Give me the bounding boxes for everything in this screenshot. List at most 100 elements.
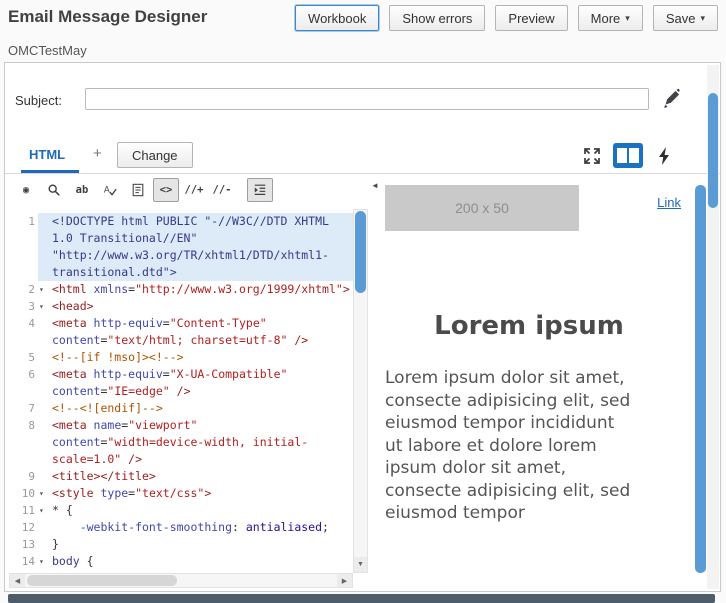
split-view-icon[interactable]: [613, 143, 643, 168]
preview-scrollbar[interactable]: [695, 185, 706, 573]
pane-splitter[interactable]: ◄: [371, 175, 379, 587]
line-number: 6: [9, 366, 38, 383]
workbook-button[interactable]: Workbook: [295, 5, 380, 31]
line-number: 8: [9, 417, 38, 434]
caret-down-icon: ▾: [625, 12, 630, 23]
scroll-down-arrow-icon[interactable]: ▼: [354, 557, 367, 572]
preview-link[interactable]: Link: [657, 195, 681, 210]
code-line[interactable]: 11 ▾ * {: [9, 502, 353, 519]
editor-vertical-scrollbar[interactable]: ▼: [353, 209, 368, 573]
splitter-collapse-icon[interactable]: ◄: [371, 181, 379, 190]
code-line[interactable]: 1 <!DOCTYPE html PUBLIC "-//W3C//DTD XHTM…: [9, 213, 353, 230]
code-line[interactable]: 3 ▾ <head>: [9, 298, 353, 315]
spell-check-icon[interactable]: A: [97, 178, 123, 202]
remove-comment-icon[interactable]: //-: [209, 178, 235, 202]
show-errors-button[interactable]: Show errors: [389, 5, 486, 31]
subject-label: Subject:: [15, 93, 62, 108]
code-text: "http://www.w3.org/TR/xhtml1/DTD/xhtml1-: [52, 247, 353, 264]
page-scrollbar[interactable]: [707, 65, 719, 589]
editor-toolbar: ◉ ab A <>//+//-: [13, 178, 273, 202]
code-line[interactable]: scale=1.0" />: [9, 451, 353, 468]
auto-indent-icon[interactable]: [247, 178, 273, 202]
code-text: <meta http-equiv="Content-Type": [52, 316, 267, 330]
code-text: <meta name="viewport": [52, 418, 198, 432]
editor-horizontal-scrollbar[interactable]: ◀ ▶: [9, 573, 353, 588]
more-button[interactable]: More ▾: [577, 5, 643, 31]
add-tab-button[interactable]: +: [93, 145, 102, 162]
personalization-icon[interactable]: [659, 85, 683, 111]
line-number: [9, 434, 38, 451]
code-line[interactable]: 2 ▾ <html xmlns="http://www.w3.org/1999/xh…: [9, 281, 353, 298]
line-number: 1: [9, 213, 38, 230]
fold-arrow-icon[interactable]: ▾: [38, 502, 52, 519]
page-scrollbar-thumb[interactable]: [708, 93, 718, 208]
change-button[interactable]: Change: [117, 142, 193, 168]
code-line[interactable]: 8 <meta name="viewport": [9, 417, 353, 434]
code-line[interactable]: 7 <!--<![endif]-->: [9, 400, 353, 417]
code-text: }: [52, 537, 59, 551]
code-editor-pane: ◉ ab A <>//+//- 1 <!DOCTYPE html PUBLIC "-//…: [9, 175, 369, 589]
tab-html[interactable]: HTML: [29, 147, 65, 162]
line-number: 9: [9, 468, 38, 485]
line-number: 7: [9, 400, 38, 417]
code-line[interactable]: 12 -webkit-font-smoothing: antialiased;: [9, 519, 353, 536]
find-replace-icon[interactable]: ab: [69, 178, 95, 202]
maximize-icon[interactable]: [580, 144, 604, 168]
scroll-right-arrow-icon[interactable]: ▶: [337, 574, 352, 587]
scrollbar-thumb[interactable]: [355, 211, 366, 293]
code-view-icon[interactable]: <>: [153, 178, 179, 202]
fold-spacer: [38, 213, 52, 230]
line-number: 4: [9, 315, 38, 332]
line-number: 13: [9, 536, 38, 553]
code-line[interactable]: content="IE=edge" />: [9, 383, 353, 400]
subject-input[interactable]: [85, 88, 649, 110]
code-line[interactable]: "http://www.w3.org/TR/xhtml1/DTD/xhtml1-: [9, 247, 353, 264]
code-line[interactable]: 5 <!--[if !mso]><!-->: [9, 349, 353, 366]
dynamic-content-icon[interactable]: [652, 144, 676, 168]
code-text: <meta http-equiv="X-UA-Compatible": [52, 367, 288, 381]
code-text: scale=1.0" />: [52, 452, 143, 466]
preview-button[interactable]: Preview: [495, 5, 568, 31]
scroll-left-arrow-icon[interactable]: ◀: [10, 574, 25, 587]
add-comment-icon[interactable]: //+: [181, 178, 207, 202]
code-line[interactable]: content="text/html; charset=utf-8" />: [9, 332, 353, 349]
fold-arrow-icon[interactable]: ▾: [38, 485, 52, 502]
code-line[interactable]: 9 <title></title>: [9, 468, 353, 485]
caret-down-icon: ▾: [700, 12, 705, 23]
code-text: transitional.dtd">: [52, 264, 353, 281]
line-number: [9, 332, 38, 349]
line-number: [9, 247, 38, 264]
code-rows[interactable]: 1 <!DOCTYPE html PUBLIC "-//W3C//DTD XHTM…: [9, 213, 353, 570]
line-number: 14: [9, 553, 38, 570]
code-line[interactable]: 13}: [9, 536, 353, 553]
scrollbar-thumb[interactable]: [27, 575, 177, 586]
code-line[interactable]: content="width=device-width, initial-: [9, 434, 353, 451]
workbook-button-label: Workbook: [308, 10, 367, 26]
preview-heading: Lorem ipsum: [434, 311, 624, 341]
save-button[interactable]: Save ▾: [652, 5, 718, 31]
code-line[interactable]: 6 <meta http-equiv="X-UA-Compatible": [9, 366, 353, 383]
fold-arrow-icon[interactable]: ▾: [38, 298, 52, 315]
code-line[interactable]: 10 ▾ <style type="text/css">: [9, 485, 353, 502]
fold-arrow-icon[interactable]: ▾: [38, 281, 52, 298]
bottom-panel-edge[interactable]: [8, 594, 715, 603]
image-placeholder[interactable]: 200 x 50: [385, 185, 579, 231]
search-icon[interactable]: [41, 178, 67, 202]
header-buttons: Workbook Show errors Preview More ▾ Save ▾: [295, 5, 718, 31]
view-toolbar: [580, 143, 676, 168]
fold-arrow-icon[interactable]: ▾: [38, 553, 52, 570]
code-line[interactable]: 1.0 Transitional//EN": [9, 230, 353, 247]
line-number: 5: [9, 349, 38, 366]
tag-inspector-icon[interactable]: ◉: [13, 178, 39, 202]
code-line[interactable]: 14 ▾ body {: [9, 553, 353, 570]
code-line[interactable]: transitional.dtd">: [9, 264, 353, 281]
save-button-label: Save: [665, 10, 696, 26]
validate-html-icon[interactable]: [125, 178, 151, 202]
code-line[interactable]: 4 <meta http-equiv="Content-Type": [9, 315, 353, 332]
divider: [5, 173, 720, 174]
